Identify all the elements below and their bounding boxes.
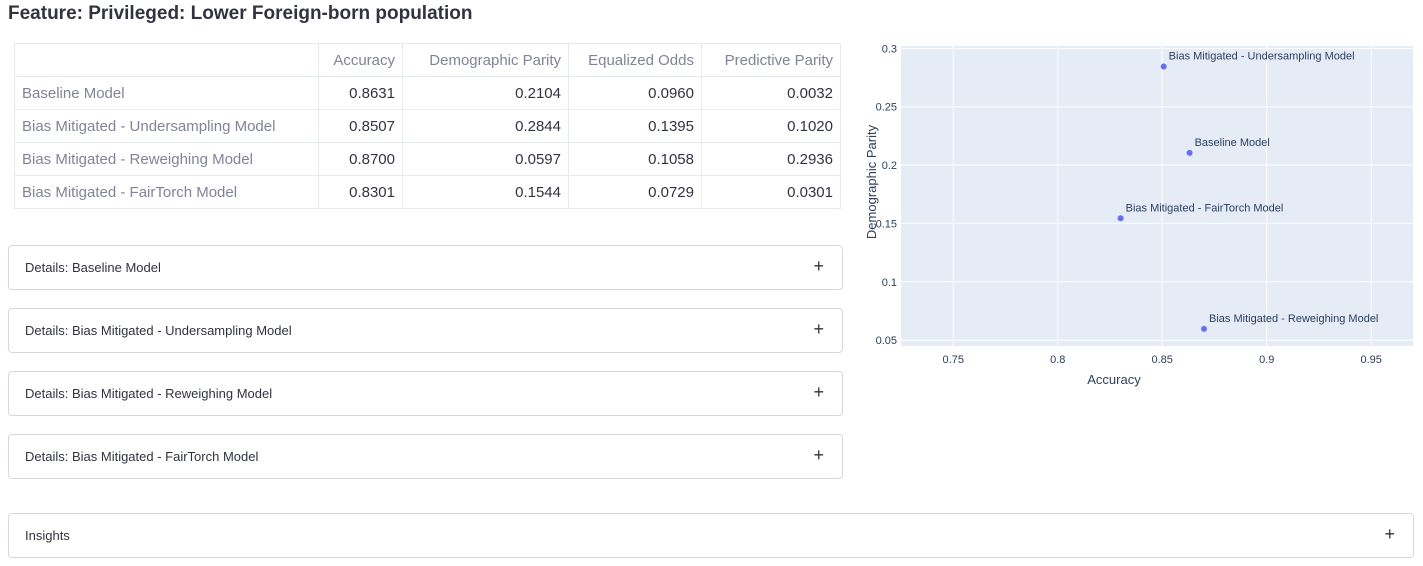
scatter-point[interactable] <box>1201 325 1208 332</box>
cell-predictive-parity: 0.2936 <box>701 142 841 176</box>
point-label: Bias Mitigated - FairTorch Model <box>1126 202 1284 214</box>
expander-insights[interactable]: Insights + <box>8 513 1414 558</box>
cell-demographic-parity: 0.2104 <box>402 76 569 110</box>
table-row: Bias Mitigated - FairTorch Model 0.8301 … <box>14 175 841 209</box>
cell-demographic-parity: 0.0597 <box>402 142 569 176</box>
expander-undersampling-model[interactable]: Details: Bias Mitigated - Undersampling … <box>8 308 843 353</box>
x-axis-label: Accuracy <box>1087 372 1141 387</box>
y-tick-label: 0.25 <box>876 102 897 114</box>
expander-baseline-model[interactable]: Details: Baseline Model + <box>8 245 843 290</box>
scatter-point[interactable] <box>1160 63 1167 70</box>
cell-equalized-odds: 0.1395 <box>568 109 702 143</box>
cell-accuracy: 0.8301 <box>318 175 403 209</box>
point-label: Bias Mitigated - Undersampling Model <box>1169 51 1355 63</box>
row-label: Bias Mitigated - FairTorch Model <box>14 175 319 209</box>
cell-equalized-odds: 0.0960 <box>568 76 702 110</box>
cell-accuracy: 0.8507 <box>318 109 403 143</box>
table-row: Bias Mitigated - Undersampling Model 0.8… <box>14 109 841 143</box>
table-header-row: Accuracy Demographic Parity Equalized Od… <box>14 43 841 77</box>
expander-label: Details: Bias Mitigated - Reweighing Mod… <box>25 386 273 401</box>
x-tick-label: 0.9 <box>1259 354 1274 366</box>
table-row: Baseline Model 0.8631 0.2104 0.0960 0.00… <box>14 76 841 110</box>
expander-reweighing-model[interactable]: Details: Bias Mitigated - Reweighing Mod… <box>8 371 843 416</box>
column-header-accuracy[interactable]: Accuracy <box>318 43 403 77</box>
cell-accuracy: 0.8631 <box>318 76 403 110</box>
plus-icon[interactable]: + <box>1384 524 1395 544</box>
expander-label: Details: Bias Mitigated - Undersampling … <box>25 323 292 338</box>
expander-label: Insights <box>25 528 70 543</box>
scatter-chart[interactable]: 0.75 0.8 0.85 0.9 0.950.050.10.150.20.250.3A… <box>860 30 1420 400</box>
metrics-table: Accuracy Demographic Parity Equalized Od… <box>14 43 841 209</box>
x-tick-label: 0.95 <box>1360 354 1381 366</box>
plus-icon[interactable]: + <box>813 382 824 402</box>
plus-icon[interactable]: + <box>813 445 824 465</box>
cell-predictive-parity: 0.0301 <box>701 175 841 209</box>
x-tick-label: 0.75 <box>943 354 964 366</box>
cell-accuracy: 0.8700 <box>318 142 403 176</box>
cell-demographic-parity: 0.1544 <box>402 175 569 209</box>
scatter-point[interactable] <box>1186 149 1193 156</box>
plot-area[interactable] <box>901 46 1413 346</box>
cell-equalized-odds: 0.0729 <box>568 175 702 209</box>
expander-label: Details: Baseline Model <box>25 260 161 275</box>
y-axis-label: Demographic Parity <box>864 124 879 239</box>
plus-icon[interactable]: + <box>813 256 824 276</box>
y-tick-label: 0.05 <box>876 335 897 347</box>
cell-equalized-odds: 0.1058 <box>568 142 702 176</box>
expander-label: Details: Bias Mitigated - FairTorch Mode… <box>25 449 259 464</box>
row-label: Bias Mitigated - Reweighing Model <box>14 142 319 176</box>
point-label: Baseline Model <box>1195 137 1270 149</box>
cell-predictive-parity: 0.1020 <box>701 109 841 143</box>
page-title: Feature: Privileged: Lower Foreign-born … <box>8 3 473 24</box>
point-label: Bias Mitigated - Reweighing Model <box>1209 313 1378 325</box>
expander-fairtorch-model[interactable]: Details: Bias Mitigated - FairTorch Mode… <box>8 434 843 479</box>
y-tick-label: 0.1 <box>882 277 897 289</box>
row-label: Bias Mitigated - Undersampling Model <box>14 109 319 143</box>
column-header-demographic-parity[interactable]: Demographic Parity <box>402 43 569 77</box>
table-row: Bias Mitigated - Reweighing Model 0.8700… <box>14 142 841 176</box>
cell-demographic-parity: 0.2844 <box>402 109 569 143</box>
y-tick-label: 0.3 <box>882 43 897 55</box>
column-header-equalized-odds[interactable]: Equalized Odds <box>568 43 702 77</box>
x-tick-label: 0.85 <box>1152 354 1173 366</box>
scatter-point[interactable] <box>1117 215 1124 222</box>
y-tick-label: 0.2 <box>882 160 897 172</box>
column-header-predictive-parity[interactable]: Predictive Parity <box>701 43 841 77</box>
cell-predictive-parity: 0.0032 <box>701 76 841 110</box>
column-header-blank <box>14 43 319 77</box>
row-label: Baseline Model <box>14 76 319 110</box>
plus-icon[interactable]: + <box>813 319 824 339</box>
x-tick-label: 0.8 <box>1050 354 1065 366</box>
